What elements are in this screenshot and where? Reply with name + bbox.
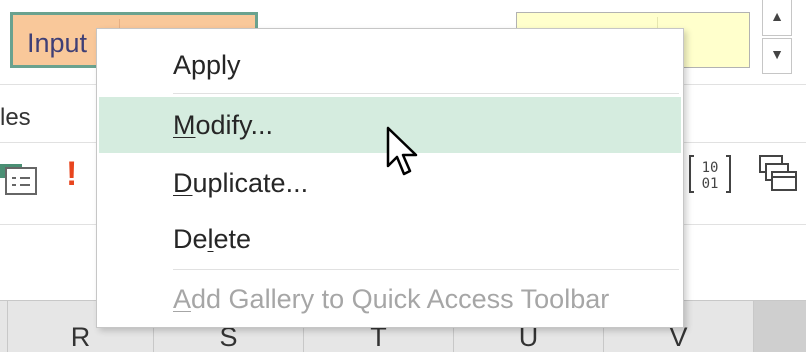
menu-item-mnemonic: M xyxy=(173,110,196,140)
menu-item-label: Apply xyxy=(173,50,241,80)
styles-group-label: les xyxy=(0,104,31,131)
svg-text:10: 10 xyxy=(702,160,719,176)
column-header-scroll-area xyxy=(754,301,806,352)
warning-exclamation-icon[interactable]: ! xyxy=(66,148,88,200)
chevron-down-more-icon: ▼ xyxy=(770,46,784,62)
menu-item-apply[interactable]: Apply xyxy=(99,43,681,87)
menu-item-mnemonic: D xyxy=(173,168,193,198)
svg-text:01: 01 xyxy=(702,176,719,192)
format-as-table-icon[interactable] xyxy=(0,148,40,200)
column-header-partial[interactable] xyxy=(0,301,8,352)
gallery-scroll-up-button[interactable]: ▲ xyxy=(762,0,792,36)
gallery-more-button[interactable]: ▼ xyxy=(762,38,792,74)
menu-separator xyxy=(173,269,679,270)
menu-item-label: odify... xyxy=(195,110,274,140)
binary-data-icon[interactable]: 10 01 xyxy=(688,148,732,200)
menu-item-label: dd Gallery to Quick Access Toolbar xyxy=(191,284,610,314)
menu-item-mnemonic: A xyxy=(173,284,192,314)
menu-item-add-gallery-to-qat: Add Gallery to Quick Access Toolbar xyxy=(99,275,681,323)
menu-separator xyxy=(173,93,679,94)
chevron-up-icon: ▲ xyxy=(770,8,784,24)
menu-item-label: ete xyxy=(213,224,252,254)
mouse-pointer-icon xyxy=(386,126,420,182)
switch-windows-icon[interactable] xyxy=(756,148,800,200)
menu-item-label: uplicate... xyxy=(192,168,309,198)
menu-item-label-prefix: De xyxy=(173,224,208,254)
menu-item-delete[interactable]: Delete xyxy=(99,213,681,265)
